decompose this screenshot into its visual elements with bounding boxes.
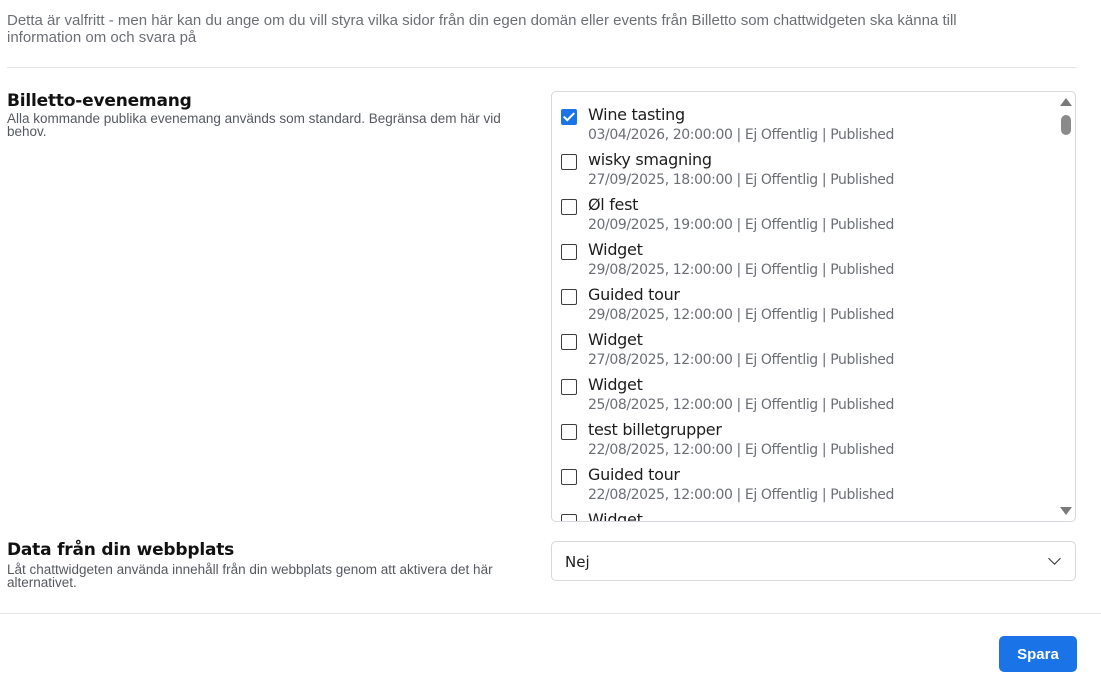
event-checkbox[interactable] <box>561 469 577 485</box>
event-item[interactable]: Widget 27/08/2025, 12:00:00 | Ej Offentl… <box>561 320 1051 368</box>
event-name: test billetgrupper <box>588 420 722 439</box>
event-name: wisky smagning <box>588 150 712 169</box>
event-item[interactable]: Widget 25/08/2025, 12:00:00 | Ej Offentl… <box>561 365 1051 413</box>
save-button[interactable]: Spara <box>999 636 1077 672</box>
select-value: Nej <box>565 553 590 571</box>
divider <box>7 67 1077 68</box>
event-name: Widget <box>588 240 643 259</box>
event-item[interactable]: Widget <box>561 500 1051 521</box>
event-checkbox[interactable] <box>561 154 577 170</box>
event-checkbox[interactable] <box>561 334 577 350</box>
events-list: Wine tasting 03/04/2026, 20:00:00 | Ej O… <box>552 92 1057 521</box>
event-checkbox[interactable] <box>561 379 577 395</box>
events-section-title: Billetto-evenemang <box>7 91 192 111</box>
event-item[interactable]: Guided tour 29/08/2025, 12:00:00 | Ej Of… <box>561 275 1051 323</box>
event-item[interactable]: Øl fest 20/09/2025, 19:00:00 | Ej Offent… <box>561 185 1051 233</box>
event-name: Øl fest <box>588 195 639 214</box>
website-section-title: Data från din webbplats <box>7 540 235 560</box>
website-data-select[interactable]: Nej <box>551 541 1076 581</box>
event-item[interactable]: test billetgrupper 22/08/2025, 12:00:00 … <box>561 410 1051 458</box>
event-checkbox[interactable] <box>561 424 577 440</box>
scroll-up-arrow-icon[interactable] <box>1060 98 1072 106</box>
event-name: Widget <box>588 510 643 521</box>
event-name: Widget <box>588 375 643 394</box>
event-item[interactable]: Widget 29/08/2025, 12:00:00 | Ej Offentl… <box>561 230 1051 278</box>
divider <box>0 613 1101 614</box>
event-name: Widget <box>588 330 643 349</box>
event-checkbox[interactable] <box>561 244 577 260</box>
event-name: Wine tasting <box>588 105 685 124</box>
event-checkbox[interactable] <box>561 289 577 305</box>
event-checkbox[interactable] <box>561 109 577 125</box>
scroll-down-arrow-icon[interactable] <box>1060 507 1072 515</box>
chevron-down-icon <box>1048 552 1061 565</box>
website-section-description: Låt chattwidgeten använda innehåll från … <box>7 562 493 590</box>
event-name: Guided tour <box>588 465 680 484</box>
scrollbar-thumb[interactable] <box>1061 115 1071 135</box>
event-item[interactable]: Guided tour 22/08/2025, 12:00:00 | Ej Of… <box>561 455 1051 503</box>
event-checkbox[interactable] <box>561 199 577 215</box>
events-section-description: Alla kommande publika evenemang används … <box>7 111 501 139</box>
settings-page: Detta är valfritt - men här kan du ange … <box>0 0 1101 686</box>
events-scrollbar[interactable] <box>1057 92 1075 521</box>
events-checklist[interactable]: Wine tasting 03/04/2026, 20:00:00 | Ej O… <box>551 91 1076 522</box>
event-item[interactable]: Wine tasting 03/04/2026, 20:00:00 | Ej O… <box>561 95 1051 143</box>
intro-text: Detta är valfritt - men här kan du ange … <box>7 12 957 46</box>
event-item[interactable]: wisky smagning 27/09/2025, 18:00:00 | Ej… <box>561 140 1051 188</box>
event-checkbox[interactable] <box>561 514 577 521</box>
event-name: Guided tour <box>588 285 680 304</box>
